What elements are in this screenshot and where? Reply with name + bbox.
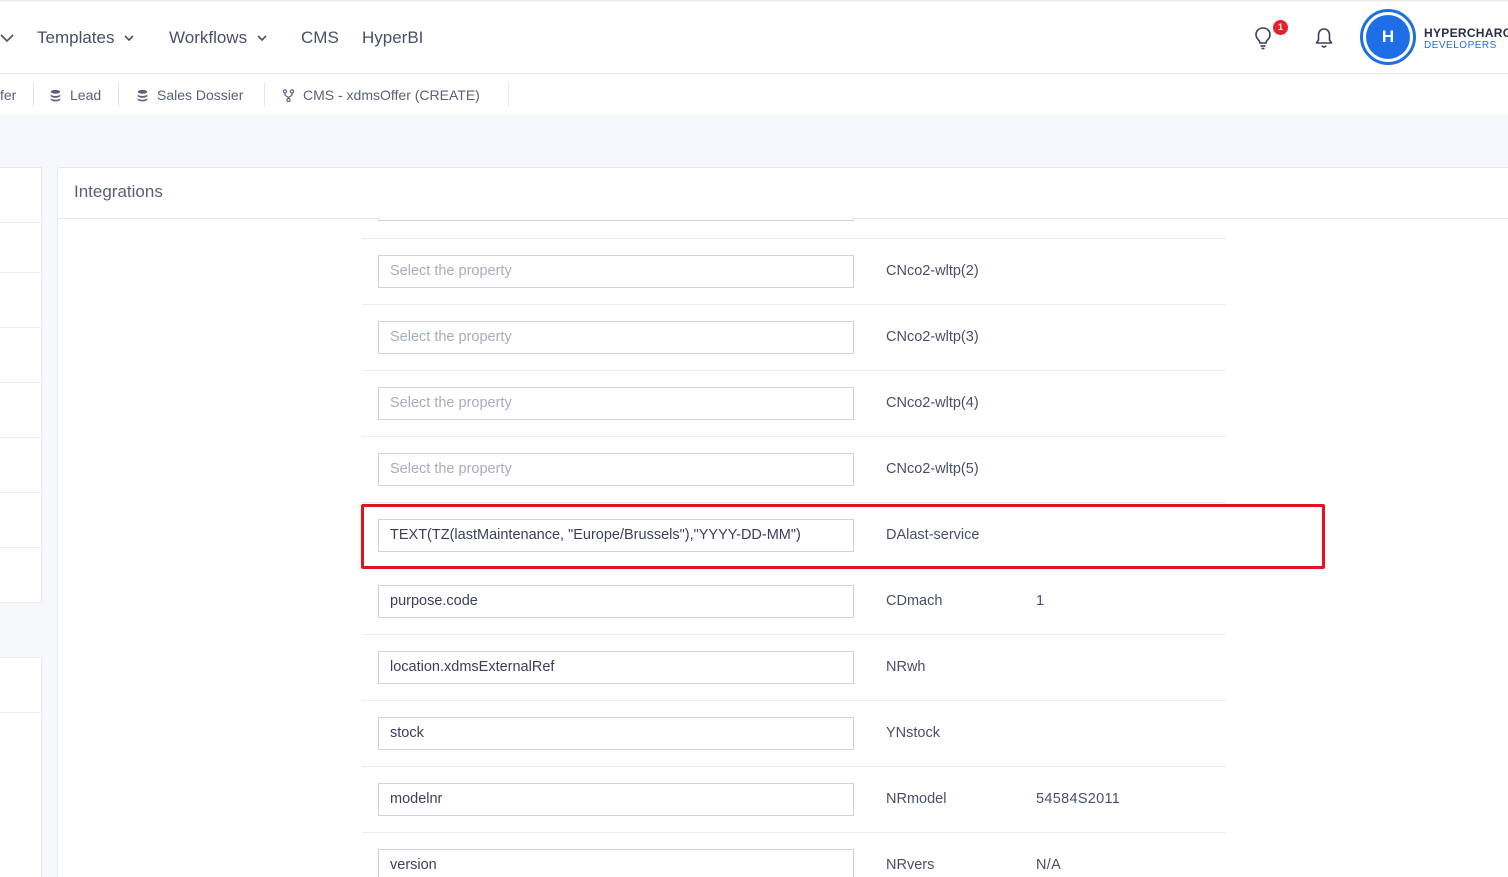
property-select[interactable]: Select the property [378, 255, 854, 288]
mapping-row: location.xdmsExternalRef NRwh [362, 635, 1226, 701]
mapping-row: Select the property CNco2-wltp(3) [362, 305, 1226, 371]
highlight-box [361, 504, 1325, 569]
org-name: HYPERCHARGE [1424, 26, 1508, 40]
database-icon [137, 89, 148, 101]
sample-value: N/A [1036, 857, 1062, 873]
left-panel-row[interactable] [0, 218, 42, 273]
database-icon [50, 89, 61, 101]
target-property: NRvers [886, 857, 935, 873]
target-property: CDmach [886, 593, 943, 609]
left-panel-row[interactable] [0, 438, 42, 493]
target-property: CNco2-wltp(5) [886, 461, 979, 477]
tab-divider [508, 82, 509, 106]
tab-lead[interactable]: Lead [49, 84, 101, 106]
left-panel-row[interactable] [0, 603, 42, 658]
nav-templates[interactable]: Templates [37, 25, 136, 51]
tab-label: Sales Dossier [157, 87, 244, 103]
top-navigation: Templates Workflows CMS HyperBI 1 H HYPE… [0, 0, 1508, 74]
tab-label: Lead [70, 87, 102, 103]
avatar-letter: H [1366, 15, 1410, 59]
left-panel-row[interactable] [0, 658, 42, 713]
property-select[interactable]: version [378, 849, 854, 877]
left-panel-row[interactable] [0, 168, 42, 223]
mapping-row: Select the property CNco2-wltp(5) [362, 437, 1226, 503]
chevron-down-icon [257, 35, 267, 42]
property-select[interactable]: stock [378, 717, 854, 750]
left-panel-row[interactable] [0, 383, 42, 438]
target-property: CNco2-wltp(4) [886, 395, 979, 411]
nav-label: CMS [301, 28, 339, 47]
mapping-row: Select the property CNco2-wltp(2) [362, 239, 1226, 305]
tab-sales-dossier[interactable]: Sales Dossier [136, 84, 243, 106]
left-panel-row[interactable] [0, 548, 42, 603]
mapping-row: modelnr NRmodel 54584S2011 [362, 767, 1226, 833]
left-panel-row[interactable] [0, 328, 42, 383]
target-property: YNstock [886, 725, 940, 741]
notification-badge: 1 [1273, 20, 1288, 35]
property-select[interactable]: Select the property [378, 321, 854, 354]
tab-divider [264, 82, 265, 106]
property-select[interactable]: Select the property [378, 453, 854, 486]
org-subtitle: DEVELOPERS [1424, 40, 1497, 51]
left-panel [0, 167, 42, 877]
nav-label: HyperBI [362, 28, 424, 47]
mapping-row: version NRvers N/A [362, 833, 1226, 877]
nav-label: Workflows [169, 28, 248, 47]
nav-label: Templates [37, 28, 115, 47]
bell-icon[interactable] [1313, 27, 1335, 49]
chevron-down-icon [124, 35, 135, 42]
tab-cms-xdmsoffer[interactable]: CMS - xdmsOffer (CREATE) [282, 84, 480, 106]
property-select[interactable]: Select the property [378, 387, 854, 420]
mapping-row: Select the property CNco2-wltp(4) [362, 371, 1226, 437]
tab-label: CMS - xdmsOffer (CREATE) [303, 87, 480, 103]
nav-hyperbi[interactable]: HyperBI [362, 25, 423, 51]
nav-workflows[interactable]: Workflows [169, 25, 269, 51]
sample-value: 54584S2011 [1036, 791, 1121, 807]
user-avatar[interactable]: H [1360, 9, 1416, 65]
property-select[interactable]: modelnr [378, 783, 854, 816]
nav-cms[interactable]: CMS [301, 25, 339, 51]
mapping-row: purpose.code CDmach 1 [362, 569, 1226, 635]
left-panel-row[interactable] [0, 493, 42, 548]
left-panel-row[interactable] [0, 273, 42, 328]
chevron-down-icon[interactable] [0, 31, 14, 45]
target-property: NRwh [886, 659, 926, 675]
tab-label: fer [0, 87, 17, 103]
target-property: NRmodel [886, 791, 947, 807]
property-select[interactable]: purpose.code [378, 585, 854, 618]
tab-offer[interactable]: fer [0, 84, 16, 106]
tab-divider [118, 82, 119, 106]
tab-divider [33, 82, 34, 106]
card-title: Integrations [74, 182, 163, 201]
target-property: CNco2-wltp(2) [886, 263, 979, 279]
sample-value: 1 [1036, 593, 1045, 609]
property-select[interactable]: location.xdmsExternalRef [378, 651, 854, 684]
workflow-icon [282, 88, 295, 102]
mapping-row: stock YNstock [362, 701, 1226, 767]
lightbulb-icon[interactable] [1252, 25, 1274, 51]
target-property: CNco2-wltp(3) [886, 329, 979, 345]
